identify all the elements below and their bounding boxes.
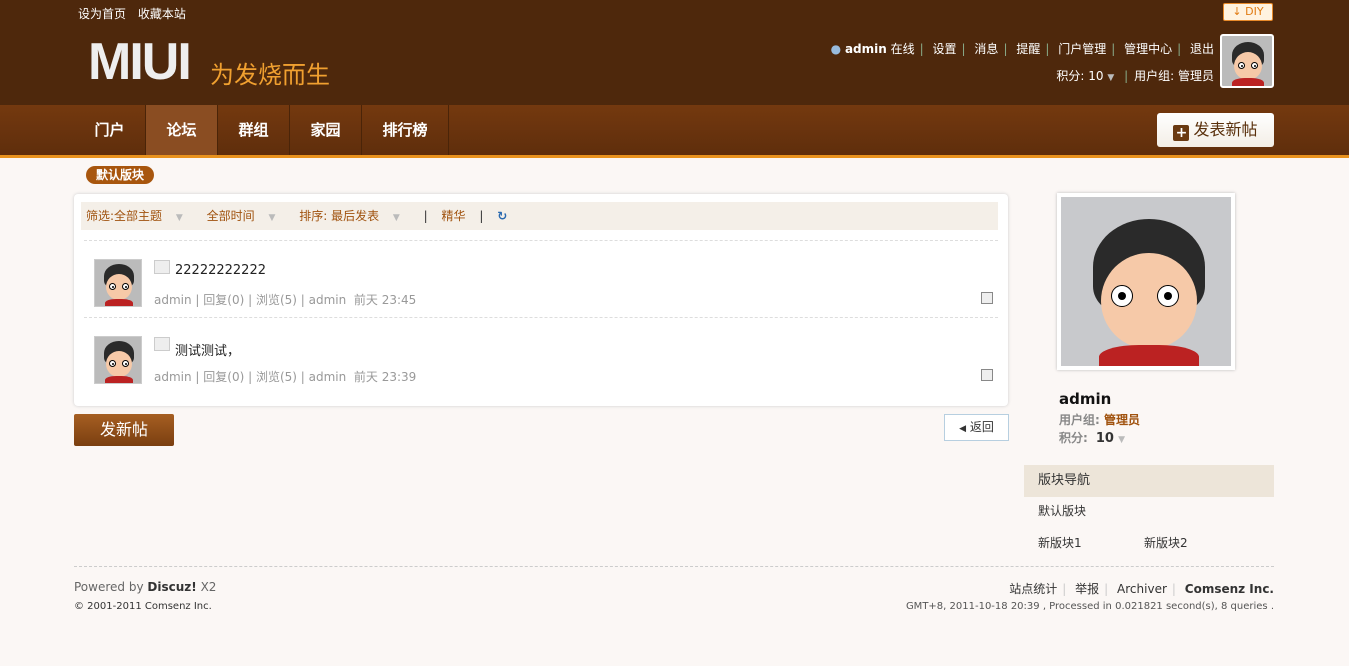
messages-link[interactable]: 消息 bbox=[974, 42, 998, 56]
profile-group: 用户组: 管理员 bbox=[1059, 413, 1141, 427]
settings-link[interactable]: 设置 bbox=[933, 42, 957, 56]
set-home-link[interactable]: 设为首页 bbox=[78, 7, 126, 21]
filter-time[interactable]: 全部时间 ▼ bbox=[207, 209, 286, 223]
arrow-down-icon: ↓ bbox=[1232, 5, 1242, 18]
thread-meta: admin | 回复(0) | 浏览(5) | admin 前天 23:45 bbox=[154, 293, 417, 307]
footer-stats: GMT+8, 2011-10-18 20:39 , Processed in 0… bbox=[905, 601, 1274, 612]
notices-link[interactable]: 提醒 bbox=[1016, 42, 1040, 56]
refresh-icon[interactable]: ↻ bbox=[497, 209, 507, 223]
thread-views: 浏览(5) bbox=[255, 293, 297, 307]
profile-name[interactable]: admin bbox=[1059, 390, 1111, 408]
thread-title[interactable]: 22222222222 bbox=[175, 263, 266, 278]
top-links: 设为首页 收藏本站 bbox=[78, 5, 194, 22]
diy-button[interactable]: ↓ DIY bbox=[1223, 3, 1273, 21]
document-icon bbox=[154, 260, 170, 274]
filter-bar: 筛选:全部主题 ▼ 全部时间 ▼ 排序: 最后发表 ▼ | 精华 | ↻ bbox=[81, 202, 998, 230]
caret-down-icon: ▼ bbox=[1118, 435, 1126, 445]
new-thread-button[interactable]: 发新帖 bbox=[74, 414, 174, 446]
thread-author[interactable]: admin bbox=[154, 370, 192, 384]
profile-group-value: 管理员 bbox=[1104, 413, 1141, 427]
bookmark-link[interactable]: 收藏本站 bbox=[138, 7, 186, 21]
comsenz-link[interactable]: Comsenz Inc. bbox=[1185, 582, 1274, 596]
nav-home[interactable]: 家园 bbox=[290, 105, 362, 155]
thread-views: 浏览(5) bbox=[255, 370, 297, 384]
caret-down-icon: ▼ bbox=[175, 213, 183, 223]
header: 设为首页 收藏本站 ↓ DIY MIUI 为发烧而生 ● admin 在线 | 设… bbox=[0, 0, 1349, 105]
filter-sort[interactable]: 排序: 最后发表 ▼ bbox=[299, 209, 410, 223]
diy-label: DIY bbox=[1245, 5, 1264, 18]
forum-nav-item[interactable]: 新版块1 bbox=[1038, 534, 1082, 551]
thread-replies: 回复(0) bbox=[203, 370, 245, 384]
admin-center-link[interactable]: 管理中心 bbox=[1124, 42, 1172, 56]
user-bar: ● admin 在线 | 设置 | 消息 | 提醒 | 门户管理 | 管理中心 | 退出 bbox=[830, 42, 1214, 56]
thread-time: 前天 23:45 bbox=[353, 293, 417, 307]
logo[interactable]: MIUI bbox=[88, 36, 192, 88]
user-icon: ● bbox=[830, 42, 842, 56]
profile-avatar[interactable] bbox=[1057, 193, 1235, 370]
copyright: © 2001-2011 Comsenz Inc. bbox=[74, 601, 212, 612]
slogan: 为发烧而生 bbox=[210, 61, 330, 89]
forum-nav-item[interactable]: 默认版块 bbox=[1038, 502, 1086, 519]
thread-last-poster[interactable]: admin bbox=[309, 370, 347, 384]
caret-down-icon: ▼ bbox=[1107, 73, 1115, 83]
post-new-thread-button[interactable]: + 发表新帖 bbox=[1157, 113, 1274, 147]
nav-portal[interactable]: 门户 bbox=[74, 105, 146, 155]
forum-nav-title: 版块导航 bbox=[1024, 465, 1274, 497]
score-dropdown[interactable]: 积分: 10 bbox=[1056, 69, 1103, 83]
discuz-link[interactable]: Discuz! bbox=[147, 580, 196, 594]
main-nav: 门户 论坛 群组 家园 排行榜 bbox=[0, 105, 1349, 158]
caret-left-icon: ◀ bbox=[959, 424, 967, 434]
thread-time: 前天 23:39 bbox=[353, 370, 417, 384]
footer-divider bbox=[74, 566, 1274, 567]
post-button-label: 发表新帖 bbox=[1193, 120, 1258, 139]
online-status[interactable]: 在线 bbox=[891, 42, 915, 56]
user-bar-2: 积分: 10 ▼ | 用户组: 管理员 bbox=[1056, 69, 1214, 83]
back-button[interactable]: ◀ 返回 bbox=[944, 414, 1009, 441]
thread-row: 测试测试， admin | 回复(0) | 浏览(5) | admin 前天 2… bbox=[84, 317, 998, 388]
forum-nav-item[interactable]: 新版块2 bbox=[1144, 534, 1188, 551]
username-link[interactable]: admin bbox=[845, 42, 887, 56]
header-avatar[interactable] bbox=[1220, 34, 1274, 88]
user-group: 用户组: 管理员 bbox=[1134, 69, 1214, 83]
profile-score-value: 10 bbox=[1095, 431, 1114, 446]
caret-down-icon: ▼ bbox=[392, 213, 400, 223]
thread-author[interactable]: admin bbox=[154, 293, 192, 307]
filter-digest[interactable]: 精华 bbox=[442, 209, 466, 223]
thread-avatar[interactable] bbox=[94, 259, 142, 307]
powered-by: Powered by Discuz! X2 bbox=[74, 580, 217, 594]
thread-row: 22222222222 admin | 回复(0) | 浏览(5) | admi… bbox=[84, 240, 998, 311]
archiver-link[interactable]: Archiver bbox=[1117, 582, 1167, 596]
logout-link[interactable]: 退出 bbox=[1190, 42, 1214, 56]
report-link[interactable]: 举报 bbox=[1075, 582, 1099, 596]
thread-replies: 回复(0) bbox=[203, 293, 245, 307]
back-label: 返回 bbox=[969, 420, 994, 434]
nav-groups[interactable]: 群组 bbox=[218, 105, 290, 155]
thread-last-poster[interactable]: admin bbox=[309, 293, 347, 307]
nav-ranking[interactable]: 排行榜 bbox=[362, 105, 449, 155]
thread-checkbox[interactable] bbox=[981, 369, 993, 381]
breadcrumb[interactable]: 默认版块 bbox=[86, 166, 155, 184]
footer-links: 站点统计 | 举报 | Archiver | Comsenz Inc. bbox=[1009, 582, 1274, 596]
thread-list-panel: 筛选:全部主题 ▼ 全部时间 ▼ 排序: 最后发表 ▼ | 精华 | ↻ 222… bbox=[74, 194, 1008, 406]
caret-down-icon: ▼ bbox=[268, 213, 276, 223]
profile-score: 积分: 10 ▼ bbox=[1059, 431, 1126, 446]
document-icon bbox=[154, 337, 170, 351]
nav-forum[interactable]: 论坛 bbox=[146, 105, 218, 155]
portal-admin-link[interactable]: 门户管理 bbox=[1058, 42, 1106, 56]
filter-type[interactable]: 筛选:全部主题 ▼ bbox=[86, 209, 193, 223]
stats-link[interactable]: 站点统计 bbox=[1009, 582, 1057, 596]
thread-title[interactable]: 测试测试， bbox=[175, 340, 240, 359]
thread-checkbox[interactable] bbox=[981, 292, 993, 304]
thread-meta: admin | 回复(0) | 浏览(5) | admin 前天 23:39 bbox=[154, 370, 417, 384]
plus-icon: + bbox=[1173, 125, 1190, 141]
thread-avatar[interactable] bbox=[94, 336, 142, 384]
